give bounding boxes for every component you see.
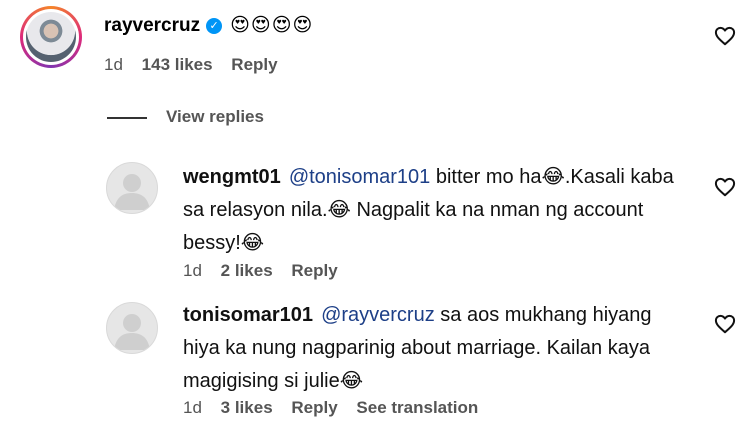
reply-avatar-wengmt01[interactable] xyxy=(106,162,158,214)
reply-mention-tonisomar101[interactable]: @rayvercruz xyxy=(321,304,435,326)
reply-meta-tonisomar101: 1d 3 likes Reply See translation xyxy=(183,398,492,418)
reply-avatar-tonisomar101[interactable] xyxy=(106,302,158,354)
reply-mention-wengmt01[interactable]: @tonisomar101 xyxy=(289,166,430,188)
main-comment-avatar[interactable] xyxy=(20,6,82,68)
reply-username-wengmt01[interactable]: wengmt01 xyxy=(183,166,281,188)
reply-wengmt01: wengmt01 @tonisomar101 bitter mo ha😂.Kasa… xyxy=(183,161,683,260)
reply-time-tonisomar101: 1d xyxy=(183,398,202,417)
main-comment-like-heart-icon[interactable] xyxy=(714,26,736,46)
main-comment-username[interactable]: rayvercruz xyxy=(104,15,200,36)
see-translation-button[interactable]: See translation xyxy=(356,398,478,417)
reply-like-heart-icon[interactable] xyxy=(714,177,736,197)
reply-button-wengmt01[interactable]: Reply xyxy=(291,261,337,280)
reply-username-tonisomar101[interactable]: tonisomar101 xyxy=(183,304,313,326)
view-replies-divider xyxy=(107,117,147,119)
reply-like-heart-icon[interactable] xyxy=(714,314,736,334)
main-comment-reply-button[interactable]: Reply xyxy=(231,55,277,74)
main-comment-text: 😍😍😍😍 xyxy=(230,15,314,36)
main-comment-header: rayvercruz ✓ 😍😍😍😍 xyxy=(104,14,313,37)
reply-time-wengmt01: 1d xyxy=(183,261,202,280)
reply-likes-wengmt01[interactable]: 2 likes xyxy=(221,261,273,280)
reply-likes-tonisomar101[interactable]: 3 likes xyxy=(221,398,273,417)
view-replies-button[interactable]: View replies xyxy=(166,107,264,127)
reply-tonisomar101: tonisomar101 @rayvercruz sa aos mukhang h… xyxy=(183,299,683,398)
main-comment-meta: 1d 143 likes Reply xyxy=(104,55,292,75)
main-comment-time: 1d xyxy=(104,55,123,74)
reply-button-tonisomar101[interactable]: Reply xyxy=(291,398,337,417)
main-comment-likes[interactable]: 143 likes xyxy=(142,55,213,74)
verified-badge-icon: ✓ xyxy=(206,18,223,34)
reply-meta-wengmt01: 1d 2 likes Reply xyxy=(183,261,352,281)
